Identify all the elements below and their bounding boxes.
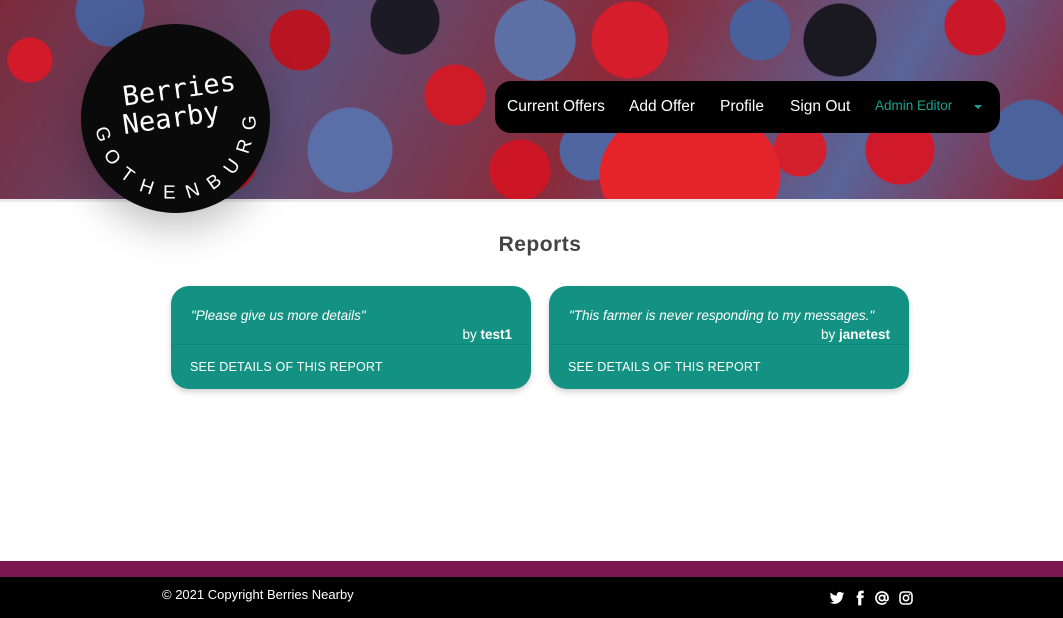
- user-menu[interactable]: Admin Editor: [875, 98, 952, 113]
- footer: © 2021 Copyright Berries Nearby: [0, 577, 1063, 618]
- nav-current-offers[interactable]: Current Offers: [507, 98, 605, 116]
- report-card: "Please give us more details" by test1 S…: [171, 286, 531, 389]
- report-author-line: by test1: [462, 327, 512, 342]
- instagram-icon[interactable]: [898, 590, 914, 606]
- report-author-line: by janetest: [821, 327, 890, 342]
- brand-logo[interactable]: GOTHENBURG Berries Nearby: [81, 24, 270, 213]
- report-by-prefix: by: [462, 327, 477, 342]
- email-icon[interactable]: [874, 590, 890, 606]
- caret-down-icon[interactable]: [974, 105, 982, 109]
- nav-sign-out[interactable]: Sign Out: [790, 98, 850, 116]
- twitter-icon[interactable]: [829, 590, 845, 606]
- nav-add-offer[interactable]: Add Offer: [629, 98, 695, 116]
- report-quote: "This farmer is never responding to my m…: [569, 308, 875, 323]
- report-by-prefix: by: [820, 327, 836, 342]
- facebook-icon[interactable]: [852, 590, 868, 606]
- report-card: "This farmer is never responding to my m…: [549, 286, 909, 389]
- card-divider: [171, 344, 531, 345]
- copyright-text: © 2021 Copyright Berries Nearby: [162, 587, 354, 602]
- report-author: janetest: [838, 327, 890, 342]
- report-quote: "Please give us more details": [191, 308, 366, 323]
- footer-stripe: [0, 561, 1063, 577]
- see-details-link[interactable]: SEE DETAILS OF THIS REPORT: [190, 360, 383, 374]
- main-nav: Current Offers Add Offer Profile Sign Ou…: [495, 81, 1000, 133]
- page-title: Reports: [498, 233, 582, 256]
- card-divider: [549, 344, 909, 345]
- see-details-link[interactable]: SEE DETAILS OF THIS REPORT: [568, 360, 761, 374]
- report-author: test1: [480, 327, 512, 342]
- nav-profile[interactable]: Profile: [720, 98, 764, 116]
